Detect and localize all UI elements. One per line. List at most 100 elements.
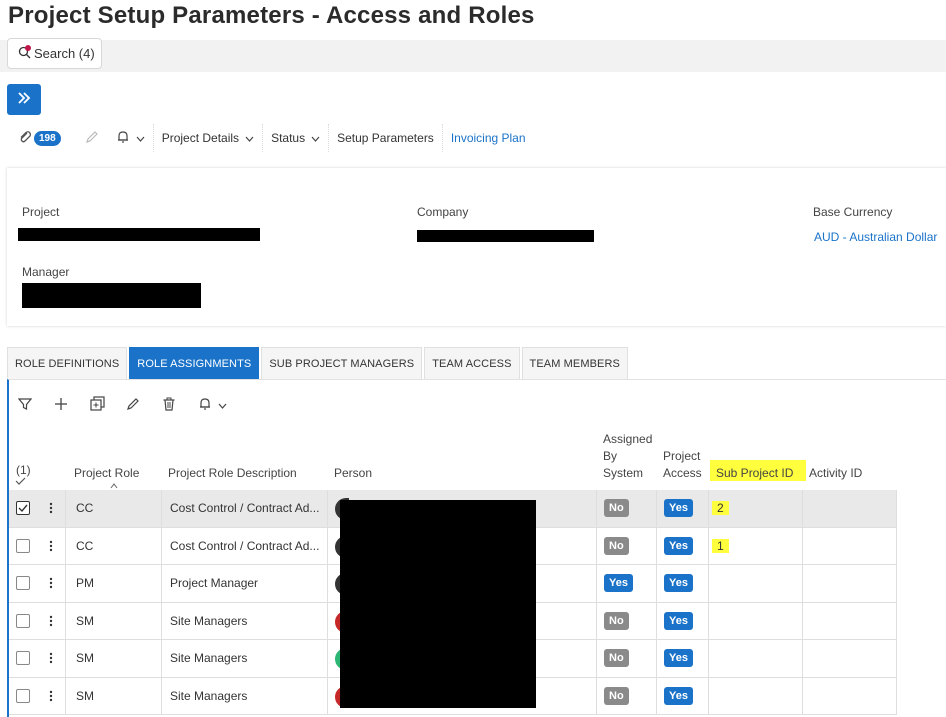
- project-role-description-cell: Cost Control / Contract Ad...: [170, 538, 320, 553]
- column-divider: [596, 527, 597, 564]
- project-role-cell: SM: [76, 613, 94, 628]
- column-divider: [327, 677, 328, 714]
- row-checkbox[interactable]: [16, 688, 30, 703]
- edit-button[interactable]: [75, 130, 109, 147]
- column-divider: [708, 527, 709, 564]
- column-divider: [161, 640, 162, 677]
- column-divider: [708, 490, 709, 527]
- row-checkbox[interactable]: [16, 576, 30, 591]
- row-checkbox[interactable]: [16, 613, 30, 628]
- edit-row-button[interactable]: [126, 397, 162, 414]
- filter-icon: [17, 397, 33, 414]
- column-header-sub-project-id[interactable]: Sub Project ID: [716, 465, 793, 482]
- search-bar: [0, 40, 946, 72]
- column-header-activity-id[interactable]: Activity ID: [809, 465, 862, 482]
- column-divider: [656, 602, 657, 639]
- row-menu-button[interactable]: [49, 528, 53, 565]
- column-divider: [802, 640, 803, 677]
- column-divider: [896, 565, 897, 602]
- column-divider: [65, 490, 66, 527]
- column-divider: [896, 640, 897, 677]
- header-line: Assigned: [603, 432, 653, 446]
- base-currency-label: Base Currency: [813, 205, 893, 219]
- status-menu[interactable]: Status: [262, 124, 328, 152]
- assigned-by-system-badge: No: [604, 649, 629, 668]
- column-header-project-access[interactable]: Project Access: [663, 448, 702, 482]
- chevron-down-icon: [136, 131, 145, 145]
- filter-button[interactable]: [17, 397, 54, 414]
- sub-project-id-cell: 2: [712, 501, 729, 516]
- tab-sub-project-managers[interactable]: SUB PROJECT MANAGERS: [261, 347, 423, 379]
- project-role-cell: PM: [76, 576, 94, 591]
- project-access-badge: Yes: [664, 649, 693, 668]
- project-details-menu[interactable]: Project Details: [152, 124, 262, 152]
- project-role-cell: CC: [76, 538, 94, 553]
- column-divider: [896, 602, 897, 639]
- grid-notifications-button[interactable]: [198, 397, 244, 414]
- tab-bar: ROLE DEFINITIONS ROLE ASSIGNMENTS SUB PR…: [7, 347, 630, 379]
- column-divider: [65, 565, 66, 602]
- tab-team-access[interactable]: TEAM ACCESS: [424, 347, 520, 379]
- column-header-assigned-by-system[interactable]: Assigned By System: [603, 431, 652, 482]
- expand-navigator-button[interactable]: [7, 84, 41, 115]
- sub-project-id-cell: 1: [712, 538, 729, 553]
- duplicate-button[interactable]: [90, 396, 126, 414]
- search-button[interactable]: Search (4): [7, 38, 102, 69]
- add-button[interactable]: [54, 397, 90, 414]
- tab-role-assignments[interactable]: ROLE ASSIGNMENTS: [129, 347, 260, 379]
- project-access-badge: Yes: [664, 499, 693, 518]
- select-all-check-icon[interactable]: [15, 474, 26, 491]
- kebab-menu-icon: [49, 578, 53, 589]
- project-access-badge: Yes: [664, 574, 693, 593]
- tab-team-members[interactable]: TEAM MEMBERS: [521, 347, 628, 379]
- column-divider: [596, 565, 597, 602]
- kebab-menu-icon: [49, 653, 53, 664]
- row-menu-button[interactable]: [49, 640, 53, 677]
- column-header-project-role-description[interactable]: Project Role Description: [168, 465, 297, 482]
- person-column-redacted: [340, 500, 536, 708]
- column-divider: [596, 490, 597, 527]
- notifications-button[interactable]: [109, 130, 153, 147]
- row-checkbox[interactable]: [16, 538, 30, 553]
- setup-parameters-button[interactable]: Setup Parameters: [328, 124, 442, 152]
- assigned-by-system-badge: No: [604, 499, 629, 518]
- grid-toolbar: [17, 392, 244, 418]
- column-header-person[interactable]: Person: [334, 465, 372, 482]
- tab-role-definitions[interactable]: ROLE DEFINITIONS: [7, 347, 128, 379]
- column-divider: [327, 490, 328, 527]
- attachments-button[interactable]: 198: [18, 130, 75, 147]
- project-value-redacted: [18, 228, 260, 241]
- column-divider: [896, 527, 897, 564]
- column-divider: [802, 602, 803, 639]
- column-divider: [65, 527, 66, 564]
- column-divider: [327, 640, 328, 677]
- row-menu-button[interactable]: [49, 603, 53, 640]
- chevron-down-icon: [218, 398, 227, 412]
- row-checkbox[interactable]: [16, 651, 30, 666]
- column-header-project-role[interactable]: Project Role: [74, 465, 139, 482]
- base-currency-value[interactable]: AUD - Australian Dollar: [814, 230, 937, 244]
- column-divider: [802, 527, 803, 564]
- chevron-down-icon: [245, 131, 254, 145]
- command-toolbar: 198 Project Details Status Setup Paramet…: [18, 124, 534, 152]
- column-divider: [161, 565, 162, 602]
- column-divider: [802, 677, 803, 714]
- search-button-label: Search (4): [34, 46, 95, 61]
- pencil-icon: [85, 130, 99, 147]
- row-checkbox[interactable]: [16, 501, 30, 516]
- project-role-cell: CC: [76, 501, 94, 516]
- project-role-description-cell: Site Managers: [170, 688, 248, 703]
- invoicing-plan-link[interactable]: Invoicing Plan: [441, 124, 534, 152]
- delete-button[interactable]: [162, 397, 198, 414]
- status-label: Status: [271, 131, 306, 145]
- kebab-menu-icon: [49, 615, 53, 626]
- project-role-description-cell: Cost Control / Contract Ad...: [170, 501, 320, 516]
- project-label: Project: [22, 205, 60, 219]
- row-menu-button[interactable]: [49, 565, 53, 602]
- row-menu-button[interactable]: [49, 490, 53, 527]
- column-divider: [802, 565, 803, 602]
- project-role-description-cell: Site Managers: [170, 613, 248, 628]
- row-menu-button[interactable]: [49, 678, 53, 715]
- manager-label: Manager: [22, 265, 70, 279]
- column-divider: [327, 565, 328, 602]
